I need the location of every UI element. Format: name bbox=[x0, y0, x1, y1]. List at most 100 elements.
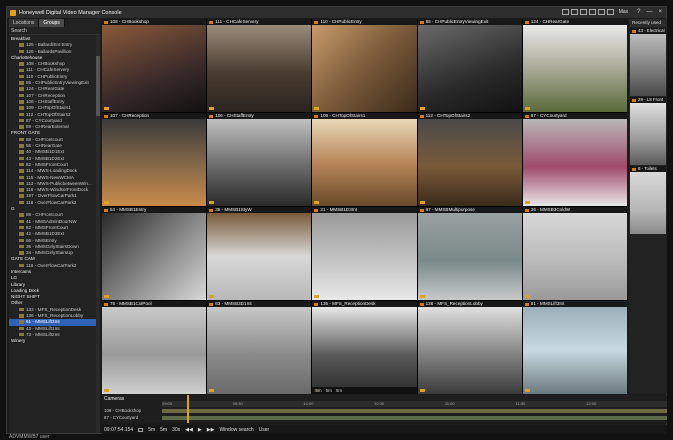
video-feed[interactable] bbox=[522, 307, 627, 394]
tile-step-button[interactable]: 5m bbox=[336, 388, 342, 393]
video-feed[interactable] bbox=[417, 25, 522, 112]
video-feed[interactable] bbox=[102, 213, 207, 300]
camera-tile[interactable]: 36 - MMSB3ColdW bbox=[522, 207, 627, 300]
camera-tile[interactable]: 108 - CHBookshop bbox=[102, 19, 207, 112]
camera-tile[interactable]: 21 - MMSB1D3Int bbox=[312, 207, 417, 300]
timeline-tick-label: 11:00 bbox=[444, 401, 455, 406]
help-button[interactable]: ? bbox=[637, 9, 640, 15]
recent-camera-tile[interactable]: 29 - L8 Front bbox=[630, 97, 666, 165]
recording-bar[interactable] bbox=[162, 416, 667, 420]
minimize-button[interactable]: — bbox=[646, 9, 652, 15]
camera-title: 109 - CHTopOfStairs1 bbox=[312, 113, 417, 119]
camera-tile[interactable]: 67 - MMSBMultipurpose bbox=[417, 207, 522, 300]
recent-camera-tile[interactable]: 43 - Electrical bbox=[630, 28, 666, 96]
camera-tile[interactable]: 110 - CHPublicEntry bbox=[312, 19, 417, 112]
camera-tile[interactable]: 76 - MMSB1ColPool bbox=[102, 301, 207, 394]
camera-tile[interactable]: 86 - CHPublicEntryViewingExit bbox=[417, 19, 522, 112]
close-button[interactable]: × bbox=[658, 9, 662, 15]
playhead[interactable] bbox=[187, 395, 189, 423]
video-feed[interactable] bbox=[312, 119, 417, 206]
video-feed[interactable] bbox=[102, 25, 207, 112]
recording-indicator-icon bbox=[419, 295, 425, 298]
video-feed[interactable] bbox=[312, 25, 417, 112]
camera-title: 87 - CYCourtyard bbox=[522, 113, 627, 119]
camera-tile[interactable]: 111 - CHCafeServery bbox=[207, 19, 312, 112]
calendar-icon[interactable] bbox=[138, 427, 144, 432]
video-feed[interactable] bbox=[522, 213, 627, 300]
layout-1-icon[interactable] bbox=[561, 9, 569, 15]
recording-indicator-icon bbox=[314, 295, 320, 298]
rewind-icon[interactable]: ◀◀ bbox=[185, 427, 193, 433]
tile-playback-controls: 5m 5m 5m bbox=[312, 387, 417, 394]
video-feed[interactable] bbox=[630, 103, 666, 165]
search-label[interactable]: Search bbox=[9, 27, 100, 35]
timeline-label: Cameras bbox=[104, 395, 125, 402]
video-feed[interactable] bbox=[102, 307, 207, 394]
video-feed[interactable] bbox=[417, 213, 522, 300]
camera-title: 35 - MMSB1StyW bbox=[207, 207, 312, 213]
tile-step-button[interactable]: 5m bbox=[315, 388, 321, 393]
camera-title: 108 - CHBookshop bbox=[102, 19, 207, 25]
tile-step-button[interactable]: 5m bbox=[326, 388, 332, 393]
recording-indicator-icon bbox=[209, 107, 215, 110]
layout-9-icon[interactable] bbox=[579, 9, 587, 15]
tab-locations[interactable]: Locations bbox=[9, 19, 40, 27]
mode-label[interactable]: Max bbox=[619, 9, 628, 15]
recording-indicator-icon bbox=[524, 201, 530, 204]
video-feed[interactable] bbox=[102, 119, 207, 206]
video-feed[interactable] bbox=[417, 119, 522, 206]
layout-16-icon[interactable] bbox=[588, 9, 596, 15]
video-feed[interactable] bbox=[630, 172, 666, 234]
dvm-console-window: Honeywell Digital Video Manager Console … bbox=[6, 6, 667, 440]
camera-tree: Breakfast 125 - Ballard/Ent Entry 126 - Ba… bbox=[9, 36, 96, 433]
camera-tile[interactable]: 87 - CYCourtyard bbox=[522, 113, 627, 206]
layout-25-icon[interactable] bbox=[606, 9, 614, 15]
camera-tile[interactable]: 107 - CHReception bbox=[102, 113, 207, 206]
video-feed[interactable] bbox=[312, 307, 417, 394]
fast-forward-icon[interactable]: ▶▶ bbox=[207, 427, 215, 433]
window-search-button[interactable]: Window search bbox=[219, 427, 253, 433]
camera-tile[interactable]: 124 - CHRearGate bbox=[522, 19, 627, 112]
scrollbar-thumb[interactable] bbox=[96, 56, 100, 116]
recording-indicator-icon bbox=[104, 107, 109, 110]
timeline-scale[interactable]: 09:00 09:30 10:00 10:30 11:00 11:30 12:00 bbox=[162, 401, 667, 407]
recording-indicator-icon bbox=[314, 107, 320, 110]
layout-20-icon[interactable] bbox=[597, 9, 605, 15]
camera-tile[interactable]: 136 - MFS_ReceptionLobby bbox=[417, 301, 522, 394]
camera-title: 110 - CHPublicEntry bbox=[312, 19, 417, 25]
camera-tile[interactable]: 61 - MMSLift3Int bbox=[522, 301, 627, 394]
camera-title: 107 - CHReception bbox=[102, 113, 207, 119]
camera-tile[interactable]: 35 - MMSB1StyW bbox=[207, 207, 312, 300]
camera-tile[interactable]: 109 - CHTopOfStairs1 bbox=[312, 113, 417, 206]
camera-tile[interactable]: 112 - CHTopOfStairs2 bbox=[417, 113, 522, 206]
camera-title: 43 - Electrical bbox=[630, 28, 666, 34]
video-feed[interactable] bbox=[417, 307, 522, 394]
recording-bar[interactable] bbox=[162, 409, 667, 413]
video-feed[interactable] bbox=[207, 213, 312, 300]
video-feed[interactable] bbox=[630, 34, 666, 96]
camera-tile[interactable]: 106 - CHStaffEntry bbox=[207, 113, 312, 206]
video-feed[interactable] bbox=[522, 119, 627, 206]
recent-camera-tile[interactable]: 8 - Toilets bbox=[630, 166, 666, 234]
left-panel: Locations Groups Search Breakfast 125 - B… bbox=[9, 19, 100, 433]
step-5m-button[interactable]: 5m bbox=[148, 427, 155, 433]
camera-title: 36 - MMSB3ColdW bbox=[522, 207, 627, 213]
step-30s-button[interactable]: 30s bbox=[172, 427, 180, 433]
tree-group[interactable]: Winery bbox=[9, 338, 96, 344]
recording-indicator-icon bbox=[524, 389, 530, 392]
camera-tile[interactable]: 63 - MMSB3D1Int bbox=[207, 301, 312, 394]
timeline-row-label: 87 - CYCourtyard bbox=[104, 415, 139, 420]
video-feed[interactable] bbox=[312, 213, 417, 300]
play-icon[interactable]: ▶ bbox=[198, 427, 202, 433]
step-5m-button-2[interactable]: 5m bbox=[160, 427, 167, 433]
video-feed[interactable] bbox=[522, 25, 627, 112]
layout-4-icon[interactable] bbox=[570, 9, 578, 15]
video-feed[interactable] bbox=[207, 25, 312, 112]
tree-scrollbar[interactable] bbox=[96, 36, 100, 433]
tab-groups[interactable]: Groups bbox=[39, 19, 65, 27]
camera-tile[interactable]: 54 - MMSB1Entry bbox=[102, 207, 207, 300]
camera-tile[interactable]: 135 - MFS_ReceptionDesk 5m 5m 5m bbox=[312, 301, 417, 394]
video-feed[interactable] bbox=[207, 119, 312, 206]
video-feed[interactable] bbox=[207, 307, 312, 394]
user-button[interactable]: User bbox=[259, 427, 270, 433]
